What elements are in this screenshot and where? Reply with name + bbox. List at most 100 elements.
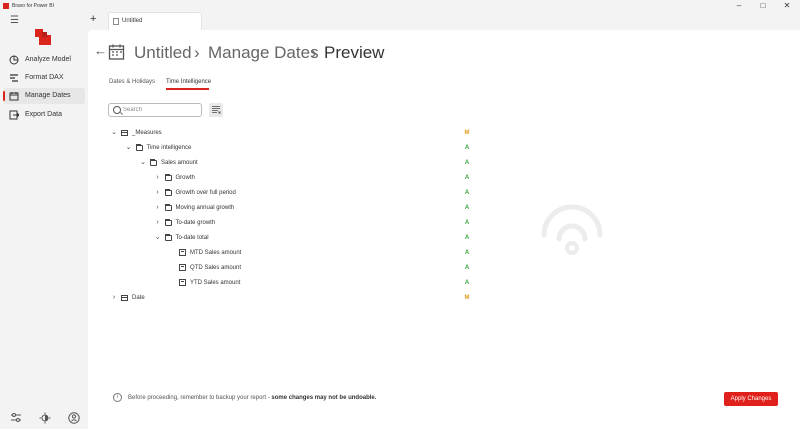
theme-icon[interactable]: [39, 412, 51, 424]
tree-row-label: Sales amount: [161, 160, 198, 166]
backup-notice-text: Before proceeding, remember to backup yo…: [128, 395, 272, 401]
table-icon: [121, 130, 128, 136]
export-icon: [9, 110, 19, 120]
window-title: Bravo for Power BI: [12, 3, 54, 9]
folder-icon: [164, 174, 172, 181]
info-icon: i: [113, 393, 122, 402]
tree-row-label: Time intelligence: [146, 145, 192, 151]
tree-row[interactable]: › To-date growth: [154, 216, 449, 230]
sidebar-item-label: Analyze Model: [25, 56, 71, 63]
search-box[interactable]: [108, 103, 202, 117]
tree-row-label: MTD Sales amount: [190, 250, 242, 256]
tree-row-label: To-date growth: [175, 220, 216, 226]
document-tab-strip: + Untitled: [88, 12, 800, 31]
tree-row-label: To-date total: [175, 235, 209, 241]
tree-row-label: Growth over full period: [175, 190, 236, 196]
sidebar-item-label: Manage Dates: [25, 92, 71, 99]
chevron-right-icon[interactable]: ›: [110, 291, 118, 305]
folder-icon: [164, 204, 172, 211]
table-icon: [121, 295, 128, 301]
tree-row-label: QTD Sales amount: [190, 265, 242, 271]
close-button[interactable]: ✕: [775, 0, 799, 12]
status-badge: M: [464, 295, 470, 301]
chevron-right-icon[interactable]: ›: [154, 216, 162, 230]
status-badge: A: [464, 205, 470, 211]
sidebar-item-manage-dates[interactable]: Manage Dates: [3, 88, 85, 104]
hamburger-menu-icon[interactable]: ☰: [10, 15, 19, 26]
status-badge: M: [464, 130, 470, 136]
sidebar: ☰ Analyze Model Format DAX Manage Dates …: [0, 12, 88, 429]
chevron-down-icon[interactable]: ⌄: [154, 231, 162, 245]
measure-icon: [179, 264, 186, 271]
tree-row[interactable]: ⌄ Time intelligence: [125, 141, 449, 155]
status-badge: A: [464, 220, 470, 226]
active-tab-indicator: [166, 88, 209, 90]
chevron-down-icon[interactable]: ⌄: [110, 126, 118, 140]
new-tab-button[interactable]: +: [90, 13, 96, 25]
tree-row-label: Date: [132, 295, 145, 301]
search-icon: [113, 106, 121, 114]
status-badge: A: [464, 190, 470, 196]
tree-row[interactable]: › Growth: [154, 171, 449, 185]
title-bar: Bravo for Power BI – □ ✕: [0, 0, 800, 12]
tree-row[interactable]: ⌄ _Measures: [110, 126, 448, 140]
sidebar-item-analyze-model[interactable]: Analyze Model: [3, 52, 85, 68]
tree-row[interactable]: › Date: [110, 291, 448, 305]
tree-row[interactable]: YTD Sales amount: [168, 276, 448, 290]
status-badge: A: [464, 250, 470, 256]
sidebar-item-export-data[interactable]: Export Data: [3, 107, 85, 123]
tab-dates-holidays[interactable]: Dates & Holidays: [109, 78, 155, 87]
breadcrumb-separator: ›: [194, 43, 200, 62]
chevron-down-icon[interactable]: ⌄: [125, 141, 133, 155]
folder-icon: [135, 144, 143, 151]
chevron-right-icon[interactable]: ›: [154, 171, 162, 185]
apply-changes-button[interactable]: Apply Changes: [724, 392, 778, 406]
app-logo-icon: [3, 3, 9, 9]
sidebar-item-label: Format DAX: [25, 74, 64, 81]
tab-time-intelligence[interactable]: Time Intelligence: [166, 78, 211, 87]
chevron-down-icon[interactable]: ⌄: [139, 156, 147, 170]
folder-icon: [164, 189, 172, 196]
measure-icon: [179, 279, 186, 286]
format-dax-icon: [10, 74, 18, 82]
status-badge: A: [464, 160, 470, 166]
search-input[interactable]: [123, 105, 199, 115]
breadcrumb-separator: ›: [311, 43, 317, 62]
maximize-button[interactable]: □: [751, 0, 775, 12]
document-icon: [113, 18, 119, 25]
chevron-right-icon[interactable]: ›: [154, 201, 162, 215]
calendar-icon: [9, 92, 19, 101]
tree-row[interactable]: QTD Sales amount: [168, 261, 448, 275]
status-badge: A: [464, 280, 470, 286]
document-tab-untitled[interactable]: Untitled: [108, 12, 202, 31]
analyze-icon: [9, 55, 19, 65]
tree-row[interactable]: ⌄ Sales amount: [139, 156, 448, 170]
user-icon[interactable]: [68, 412, 80, 424]
settings-sliders-icon[interactable]: [10, 412, 22, 424]
document-tab-label: Untitled: [122, 18, 143, 24]
backup-notice-warning: some changes may not be undoable.: [271, 395, 377, 401]
backup-notice: Before proceeding, remember to backup yo…: [128, 394, 376, 402]
main-content: ← Untitled › Manage Dates › Preview Date…: [88, 30, 800, 429]
status-badge: A: [464, 175, 470, 181]
tree-row[interactable]: ⌄ To-date total: [154, 231, 449, 245]
sidebar-item-label: Export Data: [25, 111, 62, 118]
filter-list-icon: [212, 106, 221, 114]
bravo-logo-icon: [35, 29, 51, 45]
folder-icon: [164, 219, 172, 226]
tree-row[interactable]: MTD Sales amount: [168, 246, 448, 260]
sidebar-item-format-dax[interactable]: Format DAX: [3, 70, 85, 86]
measure-icon: [179, 249, 186, 256]
folder-icon: [164, 234, 172, 241]
tree-row[interactable]: › Moving annual growth: [154, 201, 449, 215]
tree-row[interactable]: › Growth over full period: [154, 186, 449, 200]
page-title: Preview: [324, 43, 385, 62]
chevron-right-icon[interactable]: ›: [154, 186, 162, 200]
loading-indicator-icon: [541, 204, 603, 255]
filter-button[interactable]: [209, 103, 223, 117]
minimize-button[interactable]: –: [727, 0, 751, 12]
status-badge: A: [464, 265, 470, 271]
breadcrumb-manage-dates[interactable]: Manage Dates: [208, 43, 319, 63]
breadcrumb-untitled[interactable]: Untitled: [134, 43, 192, 63]
back-arrow-icon[interactable]: ←: [94, 43, 107, 58]
